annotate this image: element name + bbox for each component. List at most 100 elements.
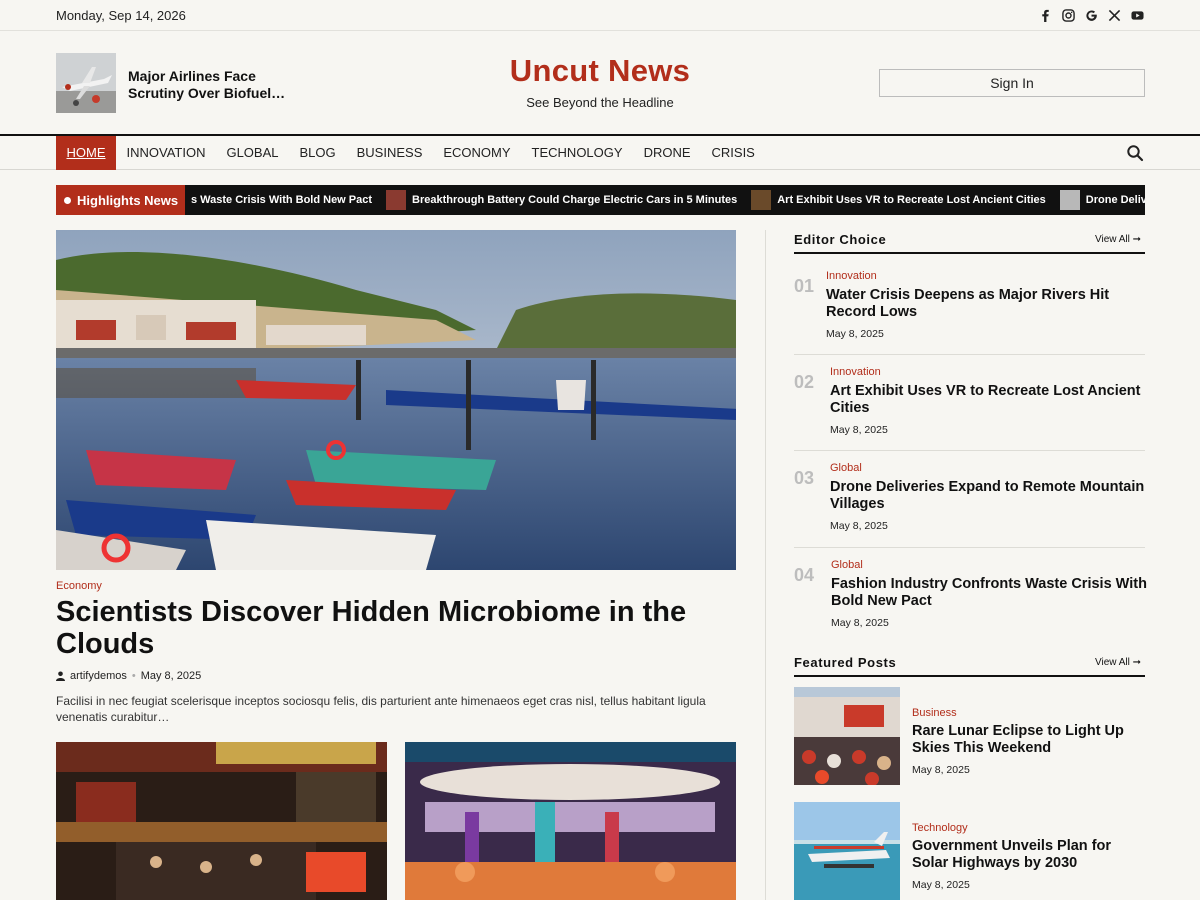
ticker-item-text: Drone Deliveries Expand to Remote Mounta… bbox=[1085, 194, 1145, 206]
current-date: Monday, Sep 14, 2026 bbox=[56, 8, 186, 23]
featured-thumbnail[interactable] bbox=[56, 53, 116, 113]
item-body: Innovation Art Exhibit Uses VR to Recrea… bbox=[830, 366, 1148, 436]
nav-item-drone[interactable]: DRONE bbox=[633, 136, 701, 170]
hero-category[interactable]: Economy bbox=[56, 580, 102, 592]
item-date: May 8, 2025 bbox=[826, 328, 884, 340]
facebook-icon[interactable] bbox=[1038, 8, 1052, 22]
item-number: 03 bbox=[794, 468, 815, 488]
top-bar: Monday, Sep 14, 2026 bbox=[0, 0, 1200, 31]
ticker-label: Highlights News bbox=[56, 185, 185, 215]
item-date: May 8, 2025 bbox=[831, 617, 889, 629]
search-icon[interactable] bbox=[1126, 144, 1144, 162]
hero-author[interactable]: artifydemos bbox=[70, 670, 127, 682]
item-title[interactable]: Rare Lunar Eclipse to Light Up Skies Thi… bbox=[912, 723, 1144, 756]
ticker-track: s Waste Crisis With Bold New Pact Breakt… bbox=[191, 185, 1145, 215]
ticker-thumbnail bbox=[386, 190, 407, 210]
editor-choice-item[interactable]: 03 Global Drone Deliveries Expand to Rem… bbox=[794, 462, 1145, 548]
featured-post-body: Technology Government Unveils Plan for S… bbox=[912, 822, 1144, 891]
item-body: Innovation Water Crisis Deepens as Major… bbox=[826, 270, 1144, 340]
ticker-item-text: s Waste Crisis With Bold New Pact bbox=[191, 194, 373, 206]
editor-choice-item[interactable]: 02 Innovation Art Exhibit Uses VR to Rec… bbox=[794, 366, 1145, 451]
ticker-item[interactable]: Breakthrough Battery Could Charge Electr… bbox=[386, 190, 737, 210]
site-header: Major Airlines Face Scrutiny Over Biofue… bbox=[0, 31, 1200, 135]
item-title[interactable]: Fashion Industry Confronts Waste Crisis … bbox=[831, 576, 1149, 609]
featured-headline[interactable]: Major Airlines Face Scrutiny Over Biofue… bbox=[128, 68, 288, 102]
live-dot-icon bbox=[64, 196, 71, 204]
column-divider bbox=[765, 230, 766, 900]
ticker-item[interactable]: Drone Deliveries Expand to Remote Mounta… bbox=[1059, 190, 1145, 210]
item-number: 01 bbox=[794, 276, 815, 296]
nav-item-innovation[interactable]: INNOVATION bbox=[116, 136, 216, 170]
nav-item-crisis[interactable]: CRISIS bbox=[701, 136, 765, 170]
nav-item-business[interactable]: BUSINESS bbox=[346, 136, 433, 170]
main-navigation: HOME INNOVATION GLOBAL BLOG BUSINESS ECO… bbox=[0, 134, 1200, 170]
editor-choice-title: Editor Choice bbox=[794, 232, 887, 247]
view-all-label: View All bbox=[1094, 234, 1130, 245]
item-body: Global Fashion Industry Confronts Waste … bbox=[831, 559, 1149, 629]
item-date: May 8, 2025 bbox=[830, 520, 888, 532]
meta-separator: • bbox=[131, 670, 136, 682]
hero-date: May 8, 2025 bbox=[140, 670, 202, 682]
item-date: May 8, 2025 bbox=[912, 879, 970, 891]
arrow-right-icon: ➞ bbox=[1132, 234, 1141, 245]
featured-posts-header: Featured Posts View All ➞ bbox=[794, 653, 1145, 677]
item-category[interactable]: Global bbox=[830, 462, 1148, 474]
item-category[interactable]: Innovation bbox=[830, 366, 1148, 378]
ticker-thumbnail bbox=[1059, 190, 1080, 210]
site-brand[interactable]: Uncut News See Beyond the Headline bbox=[400, 53, 800, 110]
highlights-ticker: s Waste Crisis With Bold New Pact Breakt… bbox=[56, 185, 1145, 215]
item-title[interactable]: Government Unveils Plan for Solar Highwa… bbox=[912, 838, 1144, 871]
featured-post-item[interactable]: Business Rare Lunar Eclipse to Light Up … bbox=[794, 687, 1145, 787]
view-all-label: View All bbox=[1094, 657, 1130, 668]
ticker-thumbnail bbox=[751, 190, 772, 210]
item-number: 02 bbox=[794, 372, 815, 392]
ticker-item[interactable]: Art Exhibit Uses VR to Recreate Lost Anc… bbox=[751, 190, 1046, 210]
editor-choice-item[interactable]: 01 Innovation Water Crisis Deepens as Ma… bbox=[794, 270, 1145, 355]
youtube-icon[interactable] bbox=[1130, 8, 1144, 22]
instagram-icon[interactable] bbox=[1061, 8, 1075, 22]
arrow-right-icon: ➞ bbox=[1132, 657, 1141, 668]
featured-posts-title: Featured Posts bbox=[794, 655, 897, 670]
featured-post-thumbnail[interactable] bbox=[794, 687, 900, 785]
featured-post-thumbnail[interactable] bbox=[794, 802, 900, 900]
item-category[interactable]: Technology bbox=[912, 822, 1144, 834]
site-tagline: See Beyond the Headline bbox=[526, 95, 674, 110]
sign-in-button[interactable]: Sign In bbox=[879, 69, 1145, 97]
item-category[interactable]: Global bbox=[831, 559, 1149, 571]
article-card-image[interactable] bbox=[56, 742, 387, 900]
item-title[interactable]: Water Crisis Deepens as Major Rivers Hit… bbox=[826, 287, 1144, 320]
featured-post-body: Business Rare Lunar Eclipse to Light Up … bbox=[912, 707, 1144, 776]
site-logo-text[interactable]: Uncut News bbox=[400, 53, 800, 89]
nav-item-global[interactable]: GLOBAL bbox=[216, 136, 289, 170]
ticker-label-text: Highlights News bbox=[77, 192, 179, 208]
editor-choice-header: Editor Choice View All ➞ bbox=[794, 230, 1145, 254]
nav-menu: HOME INNOVATION GLOBAL BLOG BUSINESS ECO… bbox=[56, 136, 765, 170]
editor-choice-item[interactable]: 04 Global Fashion Industry Confronts Was… bbox=[794, 559, 1147, 639]
hero-image[interactable] bbox=[56, 230, 736, 570]
hero-excerpt: Facilisi in nec feugiat scelerisque ince… bbox=[56, 694, 706, 724]
x-icon[interactable] bbox=[1107, 8, 1121, 22]
item-number: 04 bbox=[794, 565, 815, 585]
hero-headline[interactable]: Scientists Discover Hidden Microbiome in… bbox=[56, 596, 716, 660]
item-category[interactable]: Innovation bbox=[826, 270, 1144, 282]
nav-item-home[interactable]: HOME bbox=[56, 136, 116, 170]
nav-item-technology[interactable]: TECHNOLOGY bbox=[521, 136, 633, 170]
featured-posts-view-all[interactable]: View All ➞ bbox=[1095, 657, 1141, 668]
social-links bbox=[1038, 8, 1144, 22]
item-date: May 8, 2025 bbox=[912, 764, 970, 776]
nav-item-economy[interactable]: ECONOMY bbox=[433, 136, 521, 170]
author-icon bbox=[56, 671, 65, 681]
featured-post-item[interactable]: Technology Government Unveils Plan for S… bbox=[794, 802, 1145, 900]
ticker-item-text: Art Exhibit Uses VR to Recreate Lost Anc… bbox=[777, 194, 1046, 206]
ticker-item-text: Breakthrough Battery Could Charge Electr… bbox=[412, 194, 738, 206]
editor-choice-view-all[interactable]: View All ➞ bbox=[1095, 234, 1141, 245]
hero-meta: artifydemos • May 8, 2025 bbox=[56, 670, 201, 682]
item-title[interactable]: Drone Deliveries Expand to Remote Mounta… bbox=[830, 479, 1148, 512]
google-icon[interactable] bbox=[1084, 8, 1098, 22]
item-title[interactable]: Art Exhibit Uses VR to Recreate Lost Anc… bbox=[830, 383, 1148, 416]
ticker-item[interactable]: s Waste Crisis With Bold New Pact bbox=[191, 194, 372, 206]
item-category[interactable]: Business bbox=[912, 707, 1144, 719]
article-card-image[interactable] bbox=[405, 742, 736, 900]
nav-item-blog[interactable]: BLOG bbox=[289, 136, 346, 170]
item-body: Global Drone Deliveries Expand to Remote… bbox=[830, 462, 1148, 532]
